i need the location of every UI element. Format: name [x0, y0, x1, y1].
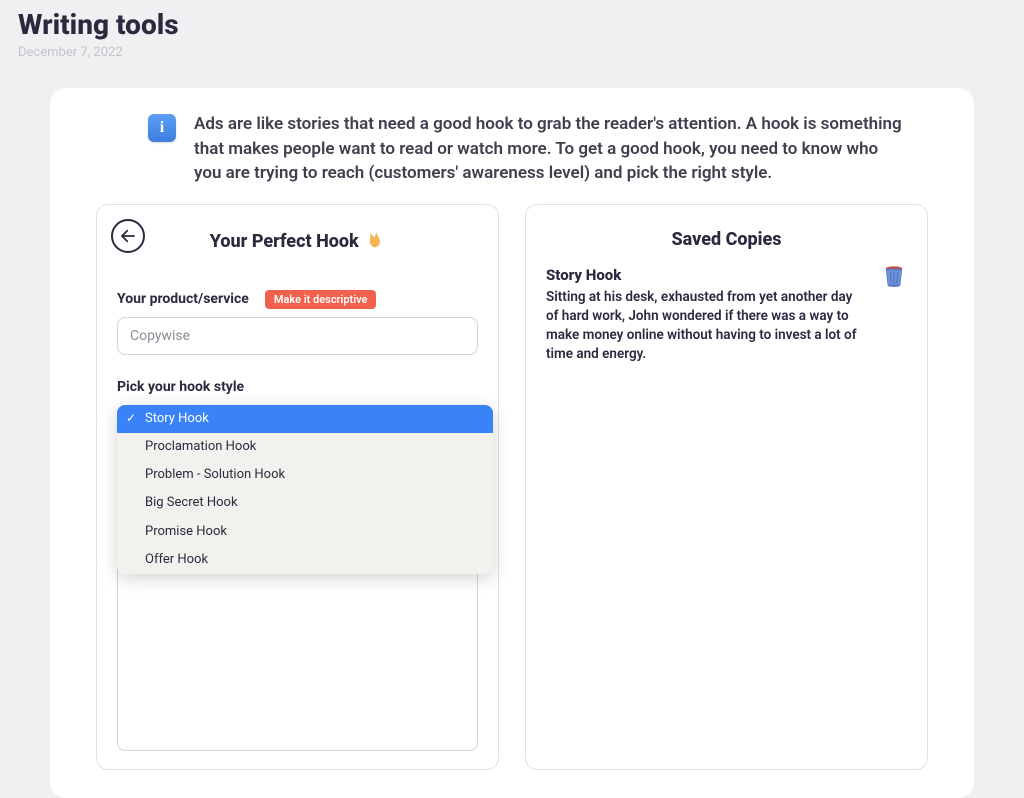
saved-item-heading: Story Hook — [546, 266, 907, 284]
hook-style-label: Pick your hook style — [117, 379, 478, 395]
product-label: Your product/service — [117, 291, 249, 307]
output-textarea[interactable] — [117, 543, 478, 751]
product-input[interactable] — [117, 317, 478, 355]
hook-form-panel: Your Perfect Hook Your product/service M… — [96, 204, 499, 770]
page-title: Writing tools — [0, 0, 1024, 41]
descriptive-badge: Make it descriptive — [265, 290, 377, 309]
info-text: Ads are like stories that need a good ho… — [194, 112, 902, 186]
hook-option-proclamation[interactable]: Proclamation Hook — [117, 433, 493, 461]
page-date: December 7, 2022 — [0, 41, 1024, 60]
hook-option-offer[interactable]: Offer Hook — [117, 546, 493, 574]
saved-title: Saved Copies — [546, 229, 907, 250]
form-title: Your Perfect Hook — [117, 229, 478, 254]
hook-option-big-secret[interactable]: Big Secret Hook — [117, 489, 493, 517]
info-icon: i — [148, 114, 176, 142]
hook-emoji-icon — [365, 229, 385, 254]
trash-icon — [883, 264, 905, 288]
hook-style-dropdown[interactable]: Story Hook Proclamation Hook Problem - S… — [117, 405, 493, 574]
saved-copies-panel: Saved Copies Story Hook Sitting at his d… — [525, 204, 928, 770]
hook-option-problem-solution[interactable]: Problem - Solution Hook — [117, 461, 493, 489]
saved-item-body: Sitting at his desk, exhausted from yet … — [546, 288, 907, 364]
info-row: i Ads are like stories that need a good … — [82, 106, 942, 204]
saved-copy-item: Story Hook Sitting at his desk, exhauste… — [546, 266, 907, 364]
hook-option-story[interactable]: Story Hook — [117, 405, 493, 433]
hook-option-promise[interactable]: Promise Hook — [117, 518, 493, 546]
back-button[interactable] — [111, 219, 145, 253]
main-card: i Ads are like stories that need a good … — [50, 88, 974, 798]
delete-button[interactable] — [883, 264, 905, 288]
